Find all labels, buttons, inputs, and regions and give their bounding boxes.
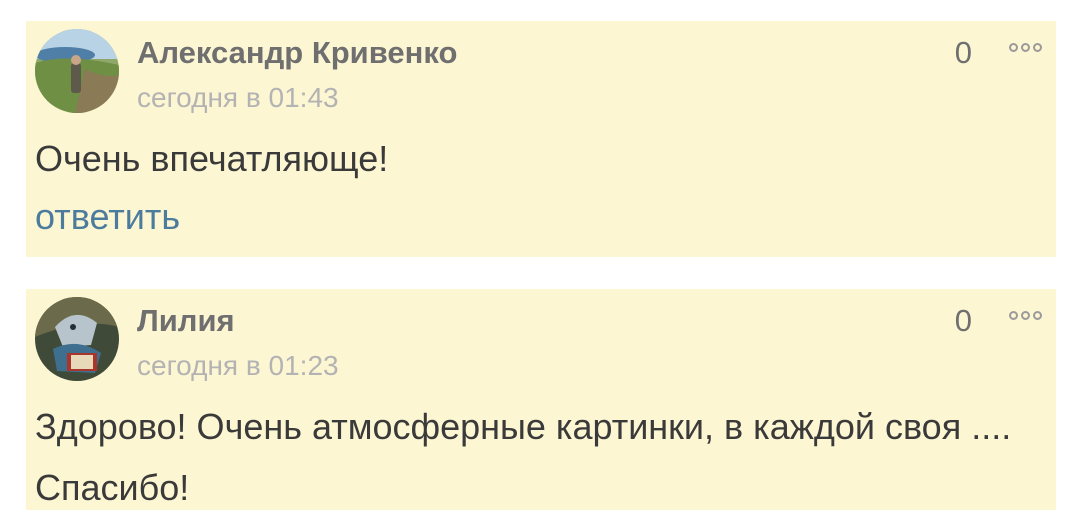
more-options-icon[interactable] (1009, 43, 1042, 52)
comment-item: Александр Кривенко сегодня в 01:43 0 Оче… (26, 21, 1056, 257)
comment-timestamp: сегодня в 01:43 (137, 82, 339, 113)
comment-item: Лилия сегодня в 01:23 0 Здорово! Очень а… (26, 289, 1056, 510)
author-name[interactable]: Александр Кривенко (137, 35, 457, 71)
avatar[interactable] (35, 297, 119, 381)
more-options-icon[interactable] (1009, 311, 1042, 320)
author-name[interactable]: Лилия (137, 303, 235, 339)
comment-score: 0 (954, 303, 972, 338)
comment-text: Здорово! Очень атмосферные картинки, в к… (35, 406, 1012, 508)
avatar[interactable] (35, 29, 119, 113)
comment-score: 0 (954, 35, 972, 70)
comment-timestamp: сегодня в 01:23 (137, 350, 339, 381)
reply-link[interactable]: ответить (35, 196, 180, 238)
comment-text: Очень впечатляюще! (35, 138, 389, 179)
